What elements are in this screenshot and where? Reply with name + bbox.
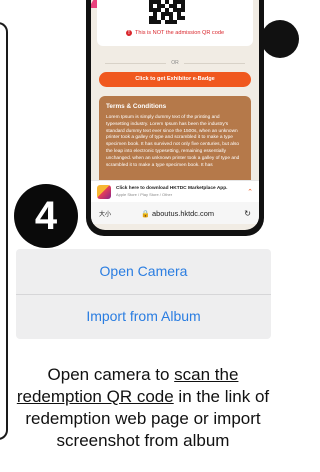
- step-number-badge: 4: [14, 184, 78, 248]
- or-divider: OR: [105, 60, 245, 66]
- reload-icon[interactable]: ↻: [244, 209, 251, 218]
- instruction-text: Open camera to scan the redemption QR co…: [14, 364, 272, 452]
- exhibitor-ebadge-button[interactable]: Click to get Exhibitor e-Badge: [99, 72, 251, 87]
- instruction-part-1: Open camera to: [47, 365, 175, 384]
- lock-icon: 🔒: [141, 210, 151, 218]
- terms-title: Terms & Conditions: [106, 103, 167, 110]
- text-size-button[interactable]: 大小: [99, 209, 111, 218]
- qr-warning-text: This is NOT the admission QR code: [134, 30, 225, 36]
- app-download-banner[interactable]: Click here to download HKTDC Marketplace…: [91, 180, 259, 202]
- action-sheet: Open Camera Import from Album: [16, 249, 271, 339]
- url-text: aboutus.hktdc.com: [151, 208, 215, 218]
- qr-warning: ! This is NOT the admission QR code: [97, 30, 253, 36]
- hktdc-app-icon: [97, 184, 111, 199]
- browser-url-bar[interactable]: 大小 🔒 aboutus.hktdc.com ↻: [91, 202, 259, 224]
- app-banner-subtitle: Apple Store / Play Store / Other: [116, 192, 173, 197]
- phone-screen: ! This is NOT the admission QR code OR C…: [91, 0, 259, 230]
- next-step-badge-fragment: [261, 20, 299, 58]
- chevron-up-icon[interactable]: ⌃: [247, 188, 253, 196]
- url-display[interactable]: 🔒 aboutus.hktdc.com: [141, 209, 214, 218]
- qr-code-image: [149, 0, 185, 26]
- or-label: OR: [171, 60, 179, 66]
- warning-icon: !: [125, 30, 132, 36]
- left-frame-decoration: [0, 22, 8, 440]
- app-banner-title: Click here to download HKTDC Marketplace…: [116, 186, 228, 191]
- app-banner-text: Click here to download HKTDC Marketplace…: [116, 186, 242, 197]
- terms-panel: Terms & Conditions Lorem Ipsum is simply…: [99, 96, 251, 192]
- terms-body: Lorem Ipsum is simply dummy text of the …: [106, 115, 240, 168]
- open-camera-button[interactable]: Open Camera: [16, 249, 271, 294]
- phone-mockup: ! This is NOT the admission QR code OR C…: [86, 0, 264, 236]
- qr-card: ! This is NOT the admission QR code: [97, 0, 253, 46]
- import-from-album-button[interactable]: Import from Album: [16, 294, 271, 339]
